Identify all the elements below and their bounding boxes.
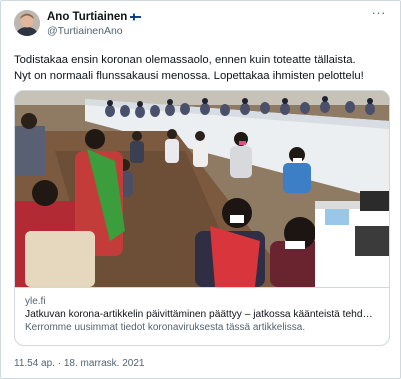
more-options-icon[interactable]: ··· [372,6,387,20]
author-handle[interactable]: @TurtiainenAno [47,25,123,37]
tweet-timestamp: 11.54 ap. · 18. marrask. 2021 [14,358,144,370]
timestamp-separator: · [57,358,62,369]
finland-flag-icon [130,13,142,21]
timestamp-date[interactable]: 18. marrask. 2021 [64,358,145,369]
author-name-row: Ano Turtiainen [47,10,142,24]
card-meta: yle.fi Jatkuvan korona-artikkelin päivit… [15,287,389,345]
timestamp-time[interactable]: 11.54 ap. [14,358,55,369]
tweet-text-line: Todistakaa ensin koronan olemassaolo, en… [14,54,356,66]
tweet-container: Ano Turtiainen @TurtiainenAno ··· Todist… [0,0,401,379]
card-title: Jatkuvan korona-artikkelin päivittäminen… [25,309,373,320]
tweet-text: Todistakaa ensin koronan olemassaolo, en… [14,53,394,84]
card-description: Kerromme uusimmat tiedot koronaviruksest… [25,322,306,333]
tweet-text-line: Nyt on normaali flunssakausi menossa. Lo… [14,69,364,82]
card-image [15,91,389,287]
author-name[interactable]: Ano Turtiainen [47,10,127,24]
link-card[interactable]: yle.fi Jatkuvan korona-artikkelin päivit… [14,90,390,346]
card-domain: yle.fi [25,296,46,307]
avatar-image [14,10,40,36]
avatar[interactable] [14,10,40,36]
